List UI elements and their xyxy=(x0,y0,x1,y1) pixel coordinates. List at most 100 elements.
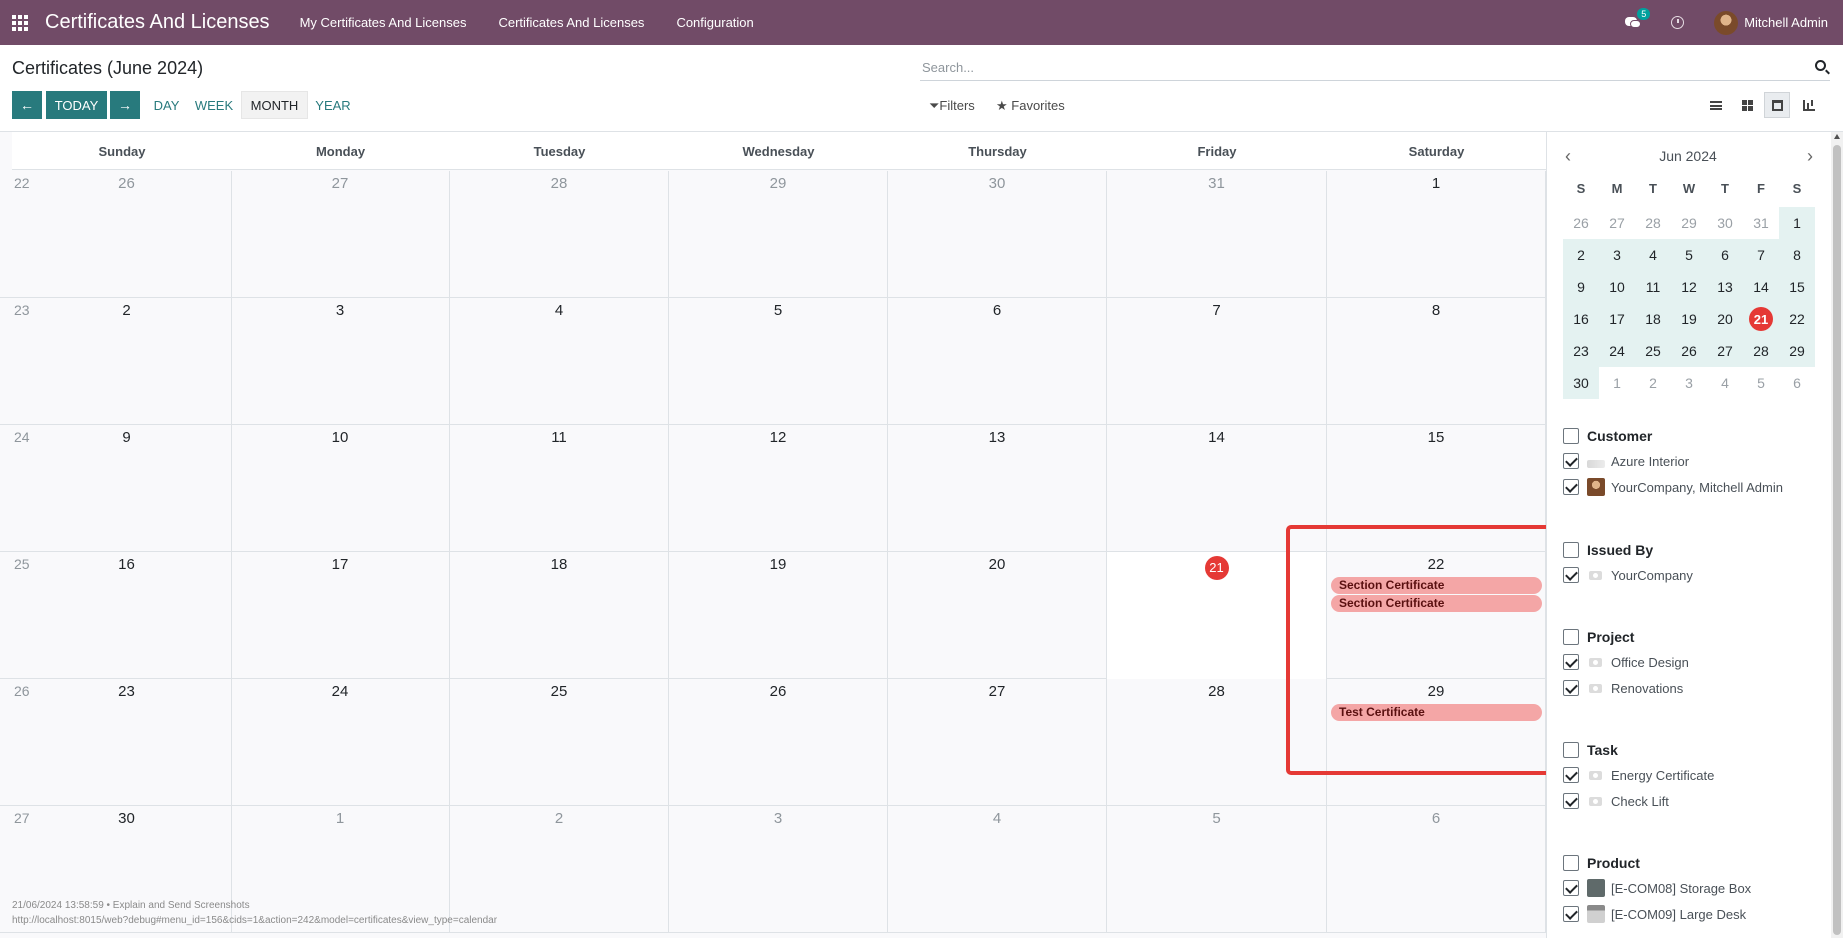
day-cell[interactable]: 1 xyxy=(1327,171,1546,298)
mini-day[interactable]: 13 xyxy=(1707,271,1743,303)
checkbox-checked[interactable] xyxy=(1563,880,1579,896)
mini-day[interactable]: 8 xyxy=(1779,239,1815,271)
day-cell[interactable]: 10 xyxy=(231,425,450,552)
list-view-button[interactable] xyxy=(1703,92,1729,118)
mini-day[interactable]: 27 xyxy=(1707,335,1743,367)
day-cell[interactable]: 4 xyxy=(450,298,669,425)
day-cell[interactable]: 7 xyxy=(1107,298,1327,425)
day-cell[interactable]: 26 xyxy=(669,679,888,806)
filter-item[interactable]: [E-COM08] Storage Box xyxy=(1563,877,1751,899)
mini-day[interactable]: 5 xyxy=(1671,239,1707,271)
favorites-button[interactable]: ★ Favorites xyxy=(996,98,1065,114)
calendar-view-button[interactable] xyxy=(1764,92,1790,118)
mini-day[interactable]: 3 xyxy=(1599,239,1635,271)
day-cell[interactable]: 9 xyxy=(22,425,232,552)
mini-day[interactable]: 30 xyxy=(1707,207,1743,239)
search-input[interactable] xyxy=(920,55,1800,79)
checkbox-all[interactable] xyxy=(1563,629,1579,645)
app-menu-icon[interactable] xyxy=(0,0,40,45)
filter-item[interactable]: [E-COM09] Large Desk xyxy=(1563,903,1751,925)
mini-day[interactable]: 23 xyxy=(1563,335,1599,367)
checkbox-checked[interactable] xyxy=(1563,453,1579,469)
day-cell[interactable]: 27 xyxy=(231,171,450,298)
mini-day[interactable]: 15 xyxy=(1779,271,1815,303)
user-name[interactable]: Mitchell Admin xyxy=(1744,15,1828,30)
checkbox-checked[interactable] xyxy=(1563,767,1579,783)
day-cell[interactable]: 6 xyxy=(888,298,1107,425)
day-cell[interactable]: 19 xyxy=(669,552,888,679)
checkbox-checked[interactable] xyxy=(1563,793,1579,809)
filter-group-title[interactable]: Task xyxy=(1563,740,1714,760)
day-cell[interactable]: 31 xyxy=(1107,171,1327,298)
sidebar-scrollbar[interactable] xyxy=(1831,132,1843,938)
filter-group-title[interactable]: Issued By xyxy=(1563,540,1693,560)
mini-day[interactable]: 7 xyxy=(1743,239,1779,271)
filter-item[interactable]: Renovations xyxy=(1563,677,1689,699)
mini-next-chevron-icon[interactable]: › xyxy=(1807,146,1813,167)
mini-day[interactable]: 31 xyxy=(1743,207,1779,239)
today-button[interactable]: TODAY xyxy=(46,91,107,119)
mini-day[interactable]: 11 xyxy=(1635,271,1671,303)
mini-day[interactable]: 16 xyxy=(1563,303,1599,335)
mini-day[interactable]: 24 xyxy=(1599,335,1635,367)
day-cell[interactable]: 3 xyxy=(669,806,888,933)
day-cell[interactable]: 6 xyxy=(1327,806,1546,933)
day-cell[interactable]: 5 xyxy=(1107,806,1327,933)
graph-view-button[interactable] xyxy=(1796,92,1822,118)
filter-group-title[interactable]: Project xyxy=(1563,627,1689,647)
day-cell[interactable]: 5 xyxy=(669,298,888,425)
filter-item[interactable]: Energy Certificate xyxy=(1563,764,1714,786)
day-cell[interactable]: 4 xyxy=(888,806,1107,933)
scale-day-button[interactable]: DAY xyxy=(150,91,183,119)
search-icon[interactable] xyxy=(1815,60,1826,71)
menu-certificates[interactable]: Certificates And Licenses xyxy=(498,15,644,30)
day-cell[interactable]: 28 xyxy=(450,171,669,298)
mini-day[interactable]: 18 xyxy=(1635,303,1671,335)
day-cell[interactable]: 17 xyxy=(231,552,450,679)
filters-button[interactable]: ⏷Filters xyxy=(929,98,975,114)
menu-my-certificates[interactable]: My Certificates And Licenses xyxy=(300,15,467,30)
kanban-view-button[interactable] xyxy=(1734,92,1760,118)
day-cell[interactable]: 18 xyxy=(450,552,669,679)
mini-day[interactable]: 19 xyxy=(1671,303,1707,335)
checkbox-checked[interactable] xyxy=(1563,479,1579,495)
day-cell[interactable]: 30 xyxy=(888,171,1107,298)
activity-clock-icon[interactable] xyxy=(1671,16,1685,29)
day-cell[interactable]: 26 xyxy=(22,171,232,298)
day-cell[interactable]: 29 xyxy=(669,171,888,298)
mini-day[interactable]: 4 xyxy=(1635,239,1671,271)
filter-item[interactable]: Azure Interior xyxy=(1563,450,1783,472)
scale-week-button[interactable]: WEEK xyxy=(192,91,236,119)
app-brand[interactable]: Certificates And Licenses xyxy=(45,11,270,34)
checkbox-checked[interactable] xyxy=(1563,567,1579,583)
mini-day[interactable]: 2 xyxy=(1635,367,1671,399)
menu-configuration[interactable]: Configuration xyxy=(676,15,753,30)
mini-day[interactable]: 26 xyxy=(1671,335,1707,367)
checkbox-checked[interactable] xyxy=(1563,906,1579,922)
checkbox-all[interactable] xyxy=(1563,742,1579,758)
day-cell[interactable]: 25 xyxy=(450,679,669,806)
checkbox-checked[interactable] xyxy=(1563,654,1579,670)
day-cell[interactable]: 13 xyxy=(888,425,1107,552)
mini-day[interactable]: 21 xyxy=(1743,303,1779,335)
mini-day[interactable]: 28 xyxy=(1635,207,1671,239)
mini-day[interactable]: 25 xyxy=(1635,335,1671,367)
day-cell[interactable]: 8 xyxy=(1327,298,1546,425)
mini-day[interactable]: 12 xyxy=(1671,271,1707,303)
day-cell[interactable]: 24 xyxy=(231,679,450,806)
mini-day[interactable]: 22 xyxy=(1779,303,1815,335)
mini-day[interactable]: 30 xyxy=(1563,367,1599,399)
mini-day[interactable]: 3 xyxy=(1671,367,1707,399)
scroll-up-arrow-icon[interactable] xyxy=(1834,134,1840,139)
mini-day[interactable]: 1 xyxy=(1599,367,1635,399)
day-cell[interactable]: 12 xyxy=(669,425,888,552)
mini-day[interactable]: 1 xyxy=(1779,207,1815,239)
day-cell[interactable]: 3 xyxy=(231,298,450,425)
day-cell[interactable]: 2 xyxy=(22,298,232,425)
mini-day[interactable]: 20 xyxy=(1707,303,1743,335)
mini-day[interactable]: 6 xyxy=(1779,367,1815,399)
mini-day[interactable]: 10 xyxy=(1599,271,1635,303)
filter-group-title[interactable]: Customer xyxy=(1563,426,1783,446)
day-cell[interactable]: 20 xyxy=(888,552,1107,679)
mini-day[interactable]: 26 xyxy=(1563,207,1599,239)
